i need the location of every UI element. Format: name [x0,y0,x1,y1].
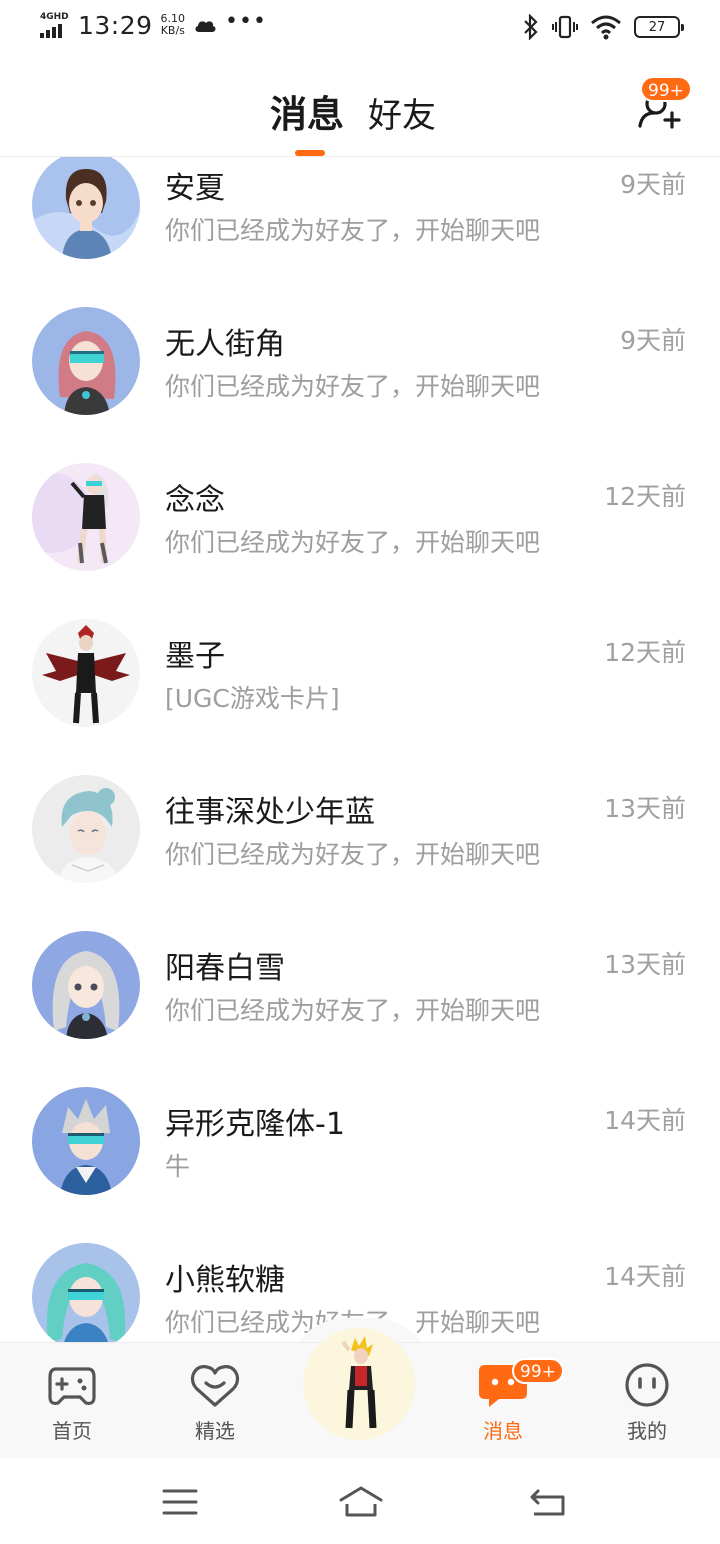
avatar [32,931,140,1039]
friend-request-badge: 99+ [640,76,692,102]
nav-featured-label: 精选 [195,1419,235,1443]
conversation-item[interactable]: 安夏 你们已经成为好友了，开始聊天吧 9天前 [0,157,720,283]
message-time: 13天前 [604,950,686,979]
nav-me[interactable]: 我的 [602,1361,692,1444]
contact-name: 安夏 [165,171,225,206]
conversation-item[interactable]: 往事深处少年蓝 你们已经成为好友了，开始聊天吧 13天前 [0,751,720,907]
battery-icon: 27 [634,16,684,38]
nav-me-label: 我的 [627,1419,667,1443]
tab-messages[interactable]: 消息 [270,84,344,138]
contact-name: 墨子 [165,639,225,674]
network-speed: 6.10 KB/s [160,12,186,37]
contact-name: 念念 [165,483,225,518]
my-avatar-button[interactable] [303,1328,415,1440]
last-message: [UGC游戏卡片] [165,684,340,713]
more-status-icon: ••• [225,8,267,34]
message-time: 9天前 [620,326,686,355]
vibrate-icon [552,15,578,39]
avatar [32,775,140,883]
conversation-item[interactable]: 念念 你们已经成为好友了，开始聊天吧 12天前 [0,439,720,595]
conversation-item[interactable]: 无人街角 你们已经成为好友了，开始聊天吧 9天前 [0,283,720,439]
bluetooth-icon [524,14,538,40]
weather-cloud-icon [195,21,216,32]
last-message: 你们已经成为好友了，开始聊天吧 [165,528,541,557]
avatar [32,1087,140,1195]
last-message: 你们已经成为好友了，开始聊天吧 [165,216,541,245]
last-message: 牛 [165,1152,191,1181]
avatar [32,307,140,415]
contact-name: 阳春白雪 [165,951,285,986]
status-bar: 4GHD 13:29 6.10 KB/s ••• 27 [0,0,720,56]
avatar [32,619,140,727]
message-time: 12天前 [604,638,686,667]
message-time: 13天前 [604,794,686,823]
smiley-icon [625,1363,669,1407]
messages-badge: 99+ [512,1358,564,1384]
battery-level: 27 [648,19,666,35]
network-type: 4GHD [40,12,69,22]
nav-home-label: 首页 [52,1419,92,1443]
gamepad-icon [48,1367,96,1405]
menu-icon[interactable] [160,1482,200,1522]
last-message: 你们已经成为好友了，开始聊天吧 [165,996,541,1025]
nav-home[interactable]: 首页 [27,1361,117,1444]
nav-messages-label: 消息 [483,1419,523,1443]
avatar [32,157,140,259]
conversation-item[interactable]: 阳春白雪 你们已经成为好友了，开始聊天吧 13天前 [0,907,720,1063]
contact-name: 异形克隆体-1 [165,1107,345,1142]
tab-indicator [295,150,325,156]
message-time: 14天前 [604,1106,686,1135]
nav-featured[interactable]: 精选 [170,1361,260,1444]
avatar [32,463,140,571]
contact-name: 往事深处少年蓝 [165,795,375,830]
message-time: 9天前 [620,170,686,199]
last-message: 你们已经成为好友了，开始聊天吧 [165,372,541,401]
tab-friends[interactable]: 好友 [368,88,436,137]
wifi-icon [591,15,621,40]
message-time: 14天前 [604,1262,686,1291]
avatar [32,1243,140,1343]
contact-name: 小熊软糖 [165,1263,285,1298]
heart-chat-icon [190,1365,240,1407]
conversation-item[interactable]: 异形克隆体-1 牛 14天前 [0,1063,720,1219]
last-message: 你们已经成为好友了，开始聊天吧 [165,840,541,869]
clock: 13:29 [78,10,153,40]
system-nav-bar [0,1458,720,1544]
cellular-signal-icon: 4GHD [40,10,70,40]
message-time: 12天前 [604,482,686,511]
header: 消息 好友 99+ [0,56,720,157]
conversation-list: 安夏 你们已经成为好友了，开始聊天吧 9天前 无人街角 你们已经成为好友了，开始… [0,157,720,1343]
home-icon[interactable] [338,1482,384,1522]
conversation-item[interactable]: 墨子 [UGC游戏卡片] 12天前 [0,595,720,751]
back-icon[interactable] [528,1482,568,1522]
contact-name: 无人街角 [165,327,285,362]
